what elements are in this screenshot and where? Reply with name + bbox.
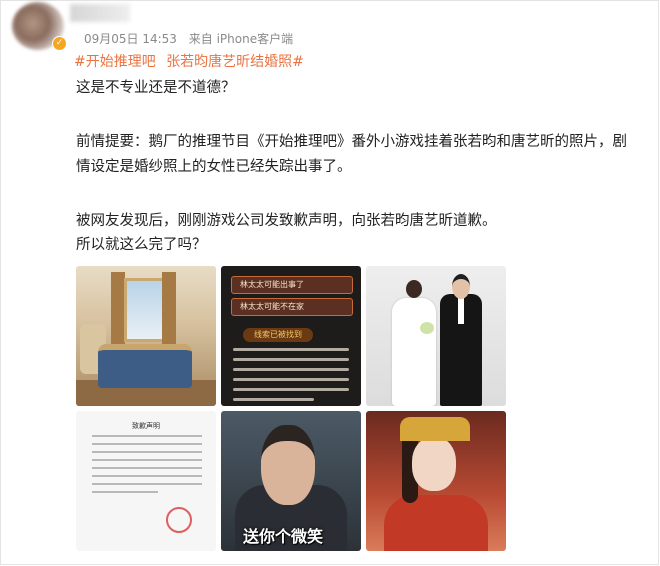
seal-stamp (166, 507, 192, 533)
image-costume-portrait[interactable] (366, 411, 506, 551)
post-meta: 09月05日 14:53 来自 iPhone客户端 (84, 30, 301, 47)
username-blurred[interactable] (70, 4, 130, 22)
topic-tags: #开始推理吧 张若昀唐艺昕结婚照# (74, 51, 310, 71)
post-line-2: 前情提要：鹅厂的推理节目《开始推理吧》番外小游戏挂着张若昀和唐艺昕的照片，剧 (76, 134, 627, 150)
image-grid: 林太太可能出事了 林太太可能不在家 线索已被找到 致歉声明 送你个微笑 (76, 266, 506, 552)
verified-badge-icon: ✓ (52, 36, 67, 51)
topic-tag-1[interactable]: #开始推理吧 (74, 54, 156, 70)
game-option-1: 林太太可能出事了 (231, 276, 353, 294)
post-source: 来自 iPhone客户端 (188, 32, 294, 46)
game-text-block (233, 348, 349, 402)
image-smile-meme[interactable]: 送你个微笑 (221, 411, 361, 551)
image-wedding-photo[interactable] (366, 266, 506, 406)
meme-caption: 送你个微笑 (243, 527, 324, 546)
game-option-2: 林太太可能不在家 (231, 298, 353, 316)
image-game-screen[interactable]: 林太太可能出事了 林太太可能不在家 线索已被找到 (221, 266, 361, 406)
image-apology-document[interactable]: 致歉声明 (76, 411, 216, 551)
topic-tag-2[interactable]: 张若昀唐艺昕结婚照# (166, 54, 304, 70)
post-line-5: 所以就这么完了吗？ (76, 237, 207, 253)
document-title: 致歉声明 (132, 422, 160, 430)
post-time[interactable]: 09月05日 14:53 (84, 32, 177, 46)
post-line-1: 这是不专业还是不道德？ (76, 80, 236, 96)
post-line-3: 情设定是婚纱照上的女性已经失踪出事了。 (76, 159, 352, 175)
post-line-4: 被网友发现后，刚刚游戏公司发致歉声明，向张若昀唐艺昕道歉。 (76, 213, 497, 229)
image-room[interactable] (76, 266, 216, 406)
game-clue-title: 线索已被找到 (243, 328, 313, 342)
